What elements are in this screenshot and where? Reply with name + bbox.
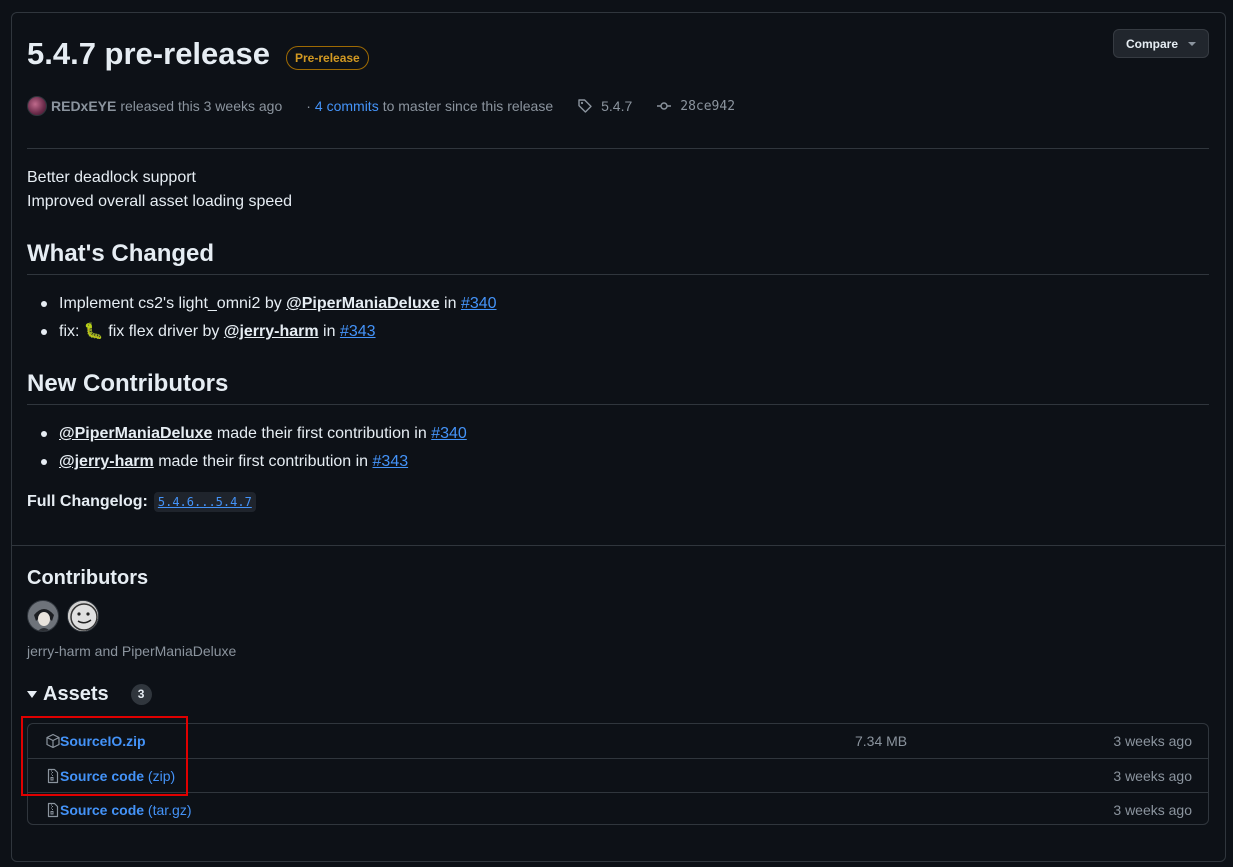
asset-download-link[interactable]: SourceIO.zip (60, 733, 146, 749)
tag-icon (578, 99, 592, 113)
compare-label: Compare (1126, 36, 1179, 51)
change-text: in (318, 323, 340, 340)
notes-line-1: Better deadlock support (27, 169, 196, 186)
list-item: fix: 🐛 fix flex driver by @jerry-harm in… (41, 322, 497, 350)
user-mention-link[interactable]: @PiperManiaDeluxe (286, 295, 439, 312)
caret-down-icon (27, 691, 37, 698)
assets-heading: Assets (43, 683, 109, 705)
changes-list: Implement cs2's light_omni2 by @PiperMan… (41, 294, 497, 350)
full-changelog: Full Changelog: 5.4.6...5.4.7 (27, 492, 256, 512)
assets-count-badge: 3 (130, 684, 152, 705)
author-link[interactable]: REDxEYE (51, 98, 116, 114)
author-avatar[interactable] (27, 96, 47, 116)
file-zip-icon (47, 768, 59, 784)
change-text: in (439, 295, 461, 312)
list-item: @PiperManiaDeluxe made their first contr… (41, 424, 467, 452)
contribution-text: made their first contribution in (212, 425, 432, 442)
file-zip-icon (47, 802, 59, 818)
tag-link[interactable]: 5.4.7 (577, 98, 632, 114)
package-icon (46, 733, 60, 749)
asset-ext: (tar.gz) (147, 801, 192, 818)
issue-link[interactable]: #343 (373, 453, 409, 470)
whats-changed-divider (27, 274, 1209, 275)
asset-name: SourceIO.zip (60, 733, 146, 749)
change-text: fix: (59, 323, 84, 340)
change-text: fix flex driver by (103, 323, 224, 340)
assets-list: SourceIO.zip 7.34 MB 3 weeks ago Source … (27, 723, 1209, 825)
issue-link[interactable]: #340 (461, 295, 497, 312)
chevron-down-icon (1188, 41, 1197, 46)
commits-link[interactable]: 4 commits (315, 98, 379, 114)
user-mention-link[interactable]: @jerry-harm (224, 323, 319, 340)
new-contributors-divider (27, 404, 1209, 405)
contributor-avatar-jerry-harm[interactable] (27, 600, 59, 632)
issue-link[interactable]: #343 (340, 323, 376, 340)
user-mention-link[interactable]: @jerry-harm (59, 453, 154, 470)
asset-download-link[interactable]: Source code (zip) (60, 768, 175, 784)
contributors-names: jerry-harm and PiperManiaDeluxe (27, 643, 237, 659)
commit-link[interactable]: 28ce942 (656, 98, 735, 114)
issue-link[interactable]: #340 (431, 425, 467, 442)
changelog-compare-link[interactable]: 5.4.6...5.4.7 (153, 492, 256, 512)
release-meta: REDxEYE released this 3 weeks ago · 4 co… (27, 96, 735, 116)
contributor-avatar-pipermaniadeluxe[interactable] (67, 600, 99, 632)
asset-name: Source code (60, 767, 145, 784)
contributors-heading: Contributors (27, 567, 149, 589)
list-item: Implement cs2's light_omni2 by @PiperMan… (41, 294, 497, 322)
changelog-label: Full Changelog: (27, 493, 148, 510)
commit-sha: 28ce942 (680, 98, 736, 114)
compare-button[interactable]: Compare (1113, 29, 1209, 58)
asset-size: 7.34 MB (855, 733, 908, 749)
user-mention-link[interactable]: @PiperManiaDeluxe (59, 425, 212, 442)
contribution-text: made their first contribution in (153, 453, 373, 470)
asset-row: Source code (zip) 3 weeks ago (28, 758, 1208, 792)
tag-label: 5.4.7 (601, 98, 633, 114)
commits-suffix: to master since this release (382, 98, 554, 114)
header-divider (27, 148, 1209, 149)
asset-download-link[interactable]: Source code (tar.gz) (60, 802, 192, 818)
asset-date: 3 weeks ago (1113, 767, 1192, 784)
notes-line-2: Improved overall asset loading speed (27, 193, 293, 210)
list-item: @jerry-harm made their first contributio… (41, 452, 467, 480)
asset-name: Source code (60, 801, 145, 818)
change-text: Implement cs2's light_omni2 by (59, 295, 287, 312)
asset-date: 3 weeks ago (1113, 733, 1192, 749)
section-divider (12, 545, 1225, 546)
git-commit-icon (657, 102, 672, 110)
bug-emoji-icon: 🐛 (83, 323, 104, 340)
released-text: released this 3 weeks ago (120, 98, 283, 114)
assets-toggle[interactable]: Assets 3 (27, 683, 152, 706)
asset-row: Source code (tar.gz) 3 weeks ago (28, 792, 1208, 826)
release-title[interactable]: 5.4.7 pre-release (27, 36, 270, 72)
new-contributors-list: @PiperManiaDeluxe made their first contr… (41, 424, 467, 480)
asset-ext: (zip) (147, 767, 176, 784)
meta-separator: · (306, 98, 311, 114)
new-contributors-heading: New Contributors (27, 370, 229, 397)
asset-date: 3 weeks ago (1113, 801, 1192, 818)
prerelease-badge: Pre-release (286, 46, 369, 70)
asset-row: SourceIO.zip 7.34 MB 3 weeks ago (28, 724, 1208, 758)
whats-changed-heading: What's Changed (27, 240, 215, 267)
